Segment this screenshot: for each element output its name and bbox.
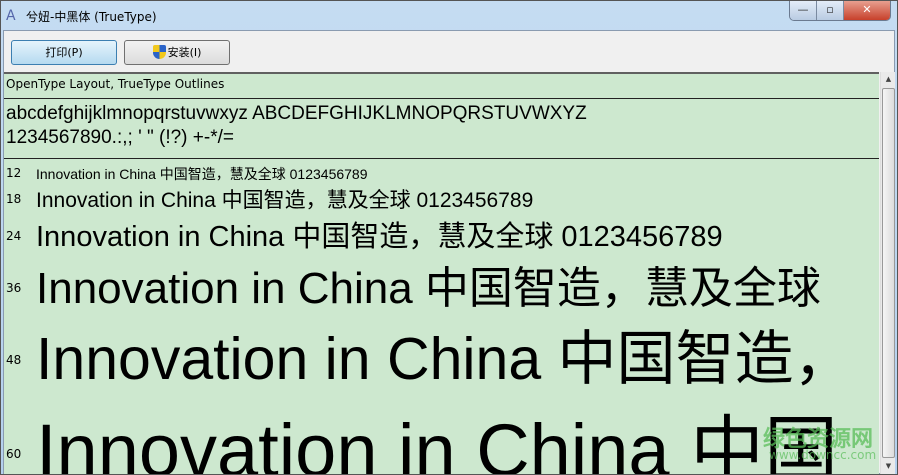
size-label: 24 [6,229,22,243]
scroll-thumb[interactable] [882,88,895,458]
font-preview: OpenType Layout, TrueType Outlines abcde… [4,72,879,474]
sample-text: Innovation in China 中国智造，慧及全球 [36,264,821,313]
charset-letters: abcdefghijklmnopqrstuvwxyz ABCDEFGHIJKLM… [6,103,587,124]
charset-symbols: 1234567890.:,; ' " (!?) +-*/= [6,127,234,148]
sample-text: Innovation in China 中国 [36,409,839,474]
sample-text: Innovation in China 中国智造，慧及全球 0123456789 [36,166,368,182]
font-app-icon: A [6,8,16,24]
watermark-url: www.downcc.com [769,448,877,462]
font-viewer-window: A 兮妞-中黑体 (TrueType) — ▫ ✕ 打印(P) 安装(I) Op… [0,0,898,475]
vertical-scrollbar[interactable]: ▲ ▼ [880,72,895,474]
divider [4,158,879,159]
size-label: 18 [6,192,22,206]
uac-shield-icon [152,45,166,59]
maximize-button[interactable]: ▫ [817,1,844,20]
sample-text: Innovation in China 中国智造，慧及全球 0123456789 [36,221,723,253]
minimize-button[interactable]: — [790,1,817,20]
title-bar[interactable]: A 兮妞-中黑体 (TrueType) — ▫ ✕ [1,1,897,31]
size-label: 60 [6,447,22,461]
sample-text: Innovation in China 中国智造，慧及全球 0123456789 [36,189,534,212]
print-button[interactable]: 打印(P) [11,40,117,65]
scroll-up-icon[interactable]: ▲ [881,72,896,87]
sample-text: Innovation in China 中国智造， [36,326,853,392]
size-label: 12 [6,166,22,180]
close-button[interactable]: ✕ [844,1,890,20]
size-label: 48 [6,353,22,367]
install-label: 安装(I) [167,46,202,59]
divider [4,98,879,99]
install-button[interactable]: 安装(I) [124,40,230,65]
font-info: OpenType Layout, TrueType Outlines [6,77,225,91]
client-area: 打印(P) 安装(I) OpenType Layout, TrueType Ou… [3,30,895,474]
scroll-down-icon[interactable]: ▼ [881,459,896,474]
size-label: 36 [6,281,22,295]
window-title: 兮妞-中黑体 (TrueType) [26,10,157,24]
